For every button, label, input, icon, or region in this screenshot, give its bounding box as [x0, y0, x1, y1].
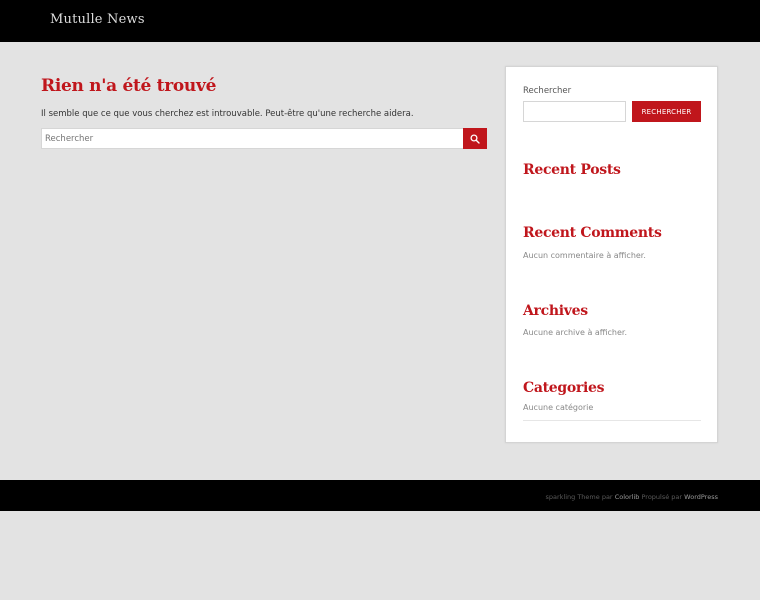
recent-comments-title: Recent Comments — [523, 225, 662, 241]
search-submit-button[interactable] — [463, 128, 487, 149]
recent-posts-title: Recent Posts — [523, 162, 621, 178]
theme-by-text: Theme par — [577, 493, 613, 501]
archives-empty: Aucune archive à afficher. — [523, 328, 628, 337]
site-footer: sparkling Theme par Colorlib Propulsé pa… — [0, 480, 760, 511]
main-content: Rien n'a été trouvé Il semble que ce que… — [41, 76, 487, 149]
theme-name: sparkling — [545, 493, 576, 501]
powered-by-text: Propulsé par — [641, 493, 683, 501]
site-title-link[interactable]: Mutulle News — [50, 12, 145, 27]
search-form — [41, 128, 487, 149]
sidebar: Rechercher RECHERCHER Recent Posts Recen… — [505, 66, 718, 443]
search-icon — [470, 133, 480, 144]
categories-empty: Aucune catégorie — [523, 403, 594, 412]
categories-divider — [523, 420, 701, 421]
search-input[interactable] — [41, 128, 464, 149]
footer-credits: sparkling Theme par Colorlib Propulsé pa… — [545, 493, 718, 501]
sidebar-search-input[interactable] — [523, 101, 626, 122]
categories-title: Categories — [523, 380, 605, 396]
archives-title: Archives — [523, 303, 588, 319]
sidebar-search-button[interactable]: RECHERCHER — [632, 101, 701, 122]
page-title: Rien n'a été trouvé — [41, 76, 217, 96]
sidebar-search-label: Rechercher — [523, 86, 572, 96]
colorlib-link[interactable]: Colorlib — [615, 493, 640, 501]
recent-comments-empty: Aucun commentaire à afficher. — [523, 251, 646, 260]
not-found-message: Il semble que ce que vous cherchez est i… — [41, 109, 414, 119]
site-header: Mutulle News — [0, 0, 760, 42]
wordpress-link[interactable]: WordPress — [684, 493, 718, 501]
